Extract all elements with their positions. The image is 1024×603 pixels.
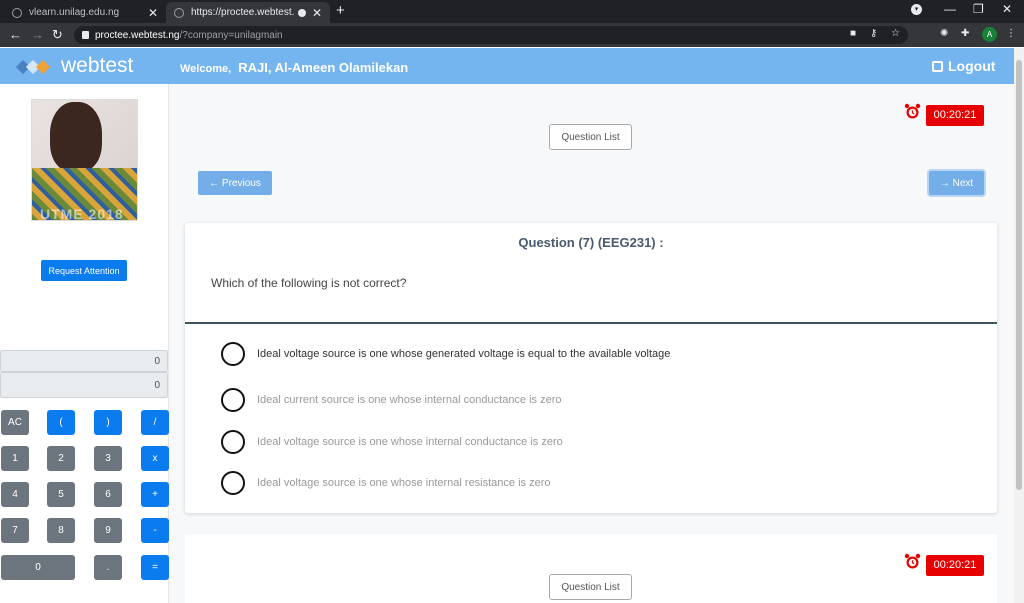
forward-icon[interactable]: → — [31, 27, 44, 42]
browser-toolbar: ← → ↻ proctee.webtest.ng/?company=unilag… — [0, 23, 1024, 47]
back-icon[interactable]: ← — [9, 27, 22, 42]
calc-key-6[interactable]: 6 — [94, 482, 122, 507]
url-path: /?company=unilagmain — [179, 29, 283, 41]
question-title: Question (7) (EEG231) : — [518, 235, 664, 250]
option-label: Ideal voltage source is one whose genera… — [257, 348, 671, 360]
exam-main: 00:20:21 Question List ← Previous → Next… — [169, 84, 1014, 603]
close-icon[interactable]: ✕ — [148, 6, 158, 20]
option-c[interactable]: Ideal voltage source is one whose intern… — [221, 430, 563, 454]
tab-title: vlearn.unilag.edu.ng — [29, 7, 120, 18]
option-label: Ideal current source is one whose intern… — [257, 394, 562, 406]
option-b[interactable]: Ideal current source is one whose intern… — [221, 388, 562, 412]
candidate-photo: UTME 2018 — [31, 99, 138, 221]
radio-button[interactable] — [221, 388, 245, 412]
sidebar: UTME 2018 Request Attention 0 0 AC ( ) /… — [0, 84, 169, 603]
app-header: webtest Welcome, RAJI, Al-Ameen Olamilek… — [0, 48, 1014, 84]
calculator-display-result: 0 — [0, 372, 168, 398]
browser-tab-vlearn[interactable]: vlearn.unilag.edu.ng ✕ — [4, 2, 166, 23]
option-a[interactable]: Ideal voltage source is one whose genera… — [221, 342, 670, 366]
restore-icon[interactable]: ❐ — [973, 2, 984, 16]
calc-key-2[interactable]: 2 — [47, 446, 75, 471]
calc-key-subtract[interactable]: - — [141, 518, 169, 543]
globe-icon — [12, 7, 22, 18]
calc-key-rparen[interactable]: ) — [94, 410, 122, 435]
profile-avatar[interactable]: A — [982, 27, 997, 42]
webtest-logo-icon — [16, 59, 51, 75]
radio-button[interactable] — [221, 430, 245, 454]
tab-title: https://proctee.webtest.ng/? — [191, 7, 294, 18]
option-label: Ideal voltage source is one whose intern… — [257, 436, 563, 448]
welcome-message: Welcome, RAJI, Al-Ameen Olamilekan — [180, 60, 408, 75]
key-icon[interactable]: ⚷ — [870, 28, 877, 39]
browser-tab-strip: vlearn.unilag.edu.ng ✕ https://proctee.w… — [0, 0, 1024, 23]
calc-key-7[interactable]: 7 — [1, 518, 29, 543]
welcome-label: Welcome, — [180, 63, 232, 75]
menu-icon[interactable]: ⋮ — [1006, 28, 1016, 39]
calc-key-multiply[interactable]: x — [141, 446, 169, 471]
calc-key-ac[interactable]: AC — [1, 410, 29, 435]
calc-key-add[interactable]: + — [141, 482, 169, 507]
request-attention-button[interactable]: Request Attention — [41, 260, 127, 281]
question-text: Which of the following is not correct? — [211, 276, 407, 290]
option-label: Ideal voltage source is one whose intern… — [257, 477, 551, 489]
photo-stamp: UTME 2018 — [40, 206, 124, 221]
tab-search-icon[interactable]: ▾ — [911, 4, 922, 15]
question-card: Question (7) (EEG231) : Which of the fol… — [185, 223, 997, 513]
calculator-display-expression: 0 — [0, 350, 168, 372]
lock-icon — [82, 31, 89, 39]
puzzle-icon[interactable]: ✚ — [961, 28, 969, 39]
calc-key-dot[interactable]: . — [94, 555, 122, 580]
camera-icon[interactable]: ■ — [850, 28, 856, 39]
option-d[interactable]: Ideal voltage source is one whose intern… — [221, 471, 551, 495]
calc-key-0[interactable]: 0 — [1, 555, 75, 580]
browser-tab-proctee[interactable]: https://proctee.webtest.ng/? ✕ — [166, 2, 330, 23]
window-close-icon[interactable]: ✕ — [1002, 2, 1012, 16]
question-list-button[interactable]: Question List — [549, 124, 632, 150]
question-divider — [185, 322, 997, 324]
calc-key-divide[interactable]: / — [141, 410, 169, 435]
logo-text: webtest — [61, 54, 134, 77]
calc-key-4[interactable]: 4 — [1, 482, 29, 507]
calc-key-lparen[interactable]: ( — [47, 410, 75, 435]
logout-button[interactable]: Logout — [932, 58, 995, 74]
countdown-timer-lower: 00:20:21 — [926, 555, 984, 576]
previous-button[interactable]: ← Previous — [198, 171, 272, 195]
star-icon[interactable]: ☆ — [891, 28, 900, 39]
alarm-clock-icon — [904, 553, 921, 569]
user-name: RAJI, Al-Ameen Olamilekan — [238, 60, 409, 75]
calc-key-5[interactable]: 5 — [47, 482, 75, 507]
logout-icon — [932, 60, 943, 72]
countdown-timer: 00:20:21 — [926, 105, 984, 126]
new-tab-icon[interactable]: + — [336, 2, 345, 19]
calc-key-3[interactable]: 3 — [94, 446, 122, 471]
scrollbar-thumb[interactable] — [1016, 60, 1022, 490]
radio-button[interactable] — [221, 471, 245, 495]
extension-icon[interactable]: ✺ — [940, 28, 948, 39]
close-icon[interactable]: ✕ — [312, 6, 322, 20]
question-list-button-lower[interactable]: Question List — [549, 574, 632, 600]
calc-key-9[interactable]: 9 — [94, 518, 122, 543]
minimize-icon[interactable]: — — [944, 2, 956, 16]
reload-icon[interactable]: ↻ — [52, 27, 63, 43]
alarm-clock-icon — [904, 103, 921, 119]
recording-icon — [297, 8, 306, 17]
address-bar[interactable]: proctee.webtest.ng/?company=unilagmain — [74, 26, 908, 44]
url-host: proctee.webtest.ng — [95, 29, 180, 41]
globe-icon — [174, 7, 184, 18]
calc-key-1[interactable]: 1 — [1, 446, 29, 471]
page-scrollbar[interactable] — [1014, 48, 1024, 603]
next-button[interactable]: → Next — [929, 171, 984, 195]
logout-label: Logout — [948, 58, 996, 74]
calc-key-equals[interactable]: = — [141, 555, 169, 580]
radio-button[interactable] — [221, 342, 245, 366]
calc-key-8[interactable]: 8 — [47, 518, 75, 543]
